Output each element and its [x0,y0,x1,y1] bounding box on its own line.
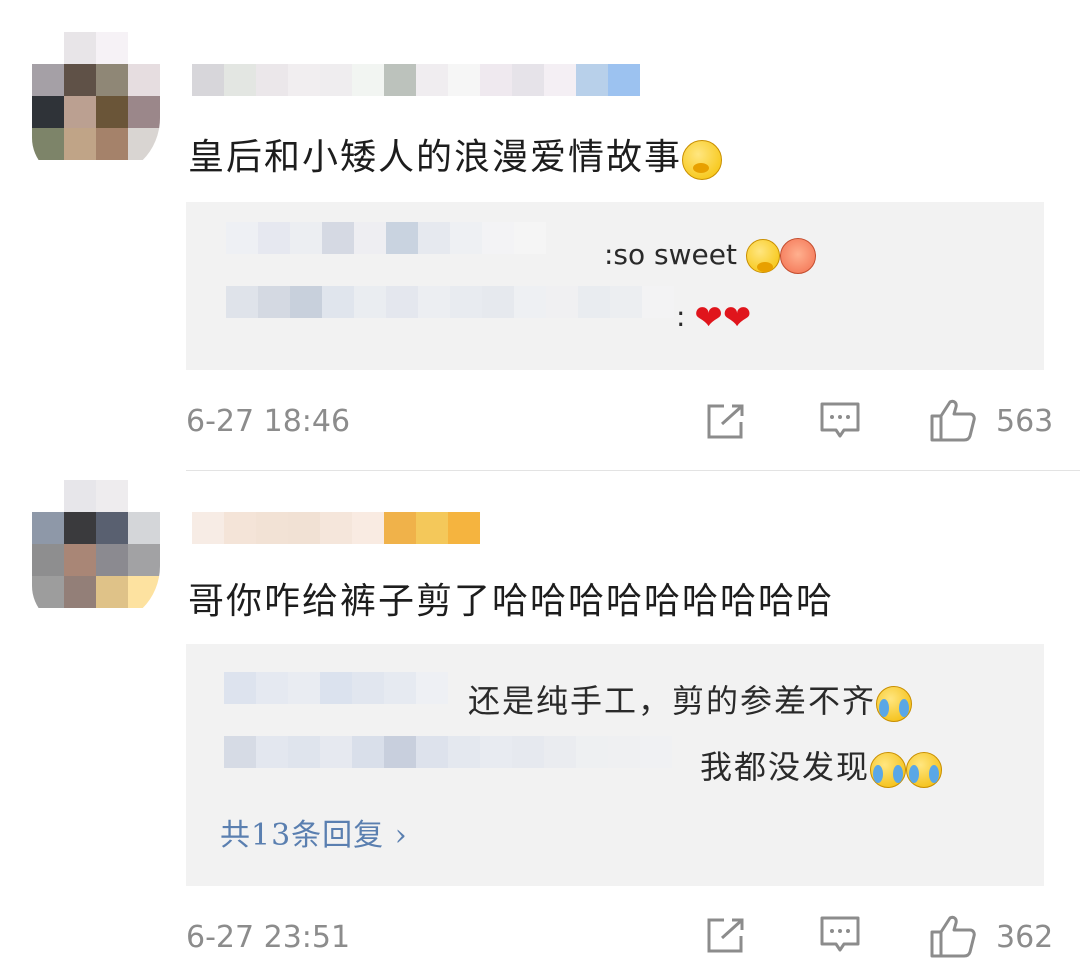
comment-text: 皇后和小矮人的浪漫爱情故事 [188,128,723,180]
comment-icon[interactable] [820,402,860,440]
avatar[interactable] [32,32,160,178]
pig-face-emoji [779,238,816,274]
heart-emoji: ❤ [722,298,752,338]
reply-line: 我都没发现 [700,742,943,788]
reply-line: :so sweet [604,238,816,274]
like-count: 563 [996,404,1054,439]
reply-username-blurred [226,222,546,254]
heart-emoji: ❤ [694,298,723,338]
comment-icon[interactable] [820,916,860,954]
reply-line: : ❤❤ [676,298,752,338]
laughing-tears-emoji [876,685,913,722]
reply-username-blurred [226,286,674,318]
share-icon[interactable] [706,918,746,954]
share-icon[interactable] [706,404,746,440]
replies-preview[interactable]: 还是纯手工，剪的参差不齐 我都没发现 共13条回复 › [186,644,1044,886]
shy-face-emoji [682,140,723,180]
thumbs-up-icon[interactable] [930,914,976,958]
comment-text: 哥你咋给裤子剪了哈哈哈哈哈哈哈哈哈 [188,581,835,622]
reply-username-blurred [224,672,448,704]
username-blurred[interactable] [192,512,480,544]
timestamp: 6-27 23:51 [186,920,351,955]
thumbs-up-icon[interactable] [930,398,976,442]
laughing-tears-emoji [870,751,907,788]
reply-username-blurred [224,736,672,768]
like-count: 362 [996,920,1054,955]
comment-divider [186,470,1080,471]
timestamp: 6-27 18:46 [186,404,351,439]
avatar[interactable] [32,480,160,626]
laughing-tears-emoji [906,751,943,788]
replies-preview[interactable]: :so sweet : ❤❤ [186,202,1044,370]
view-all-replies-link[interactable]: 共13条回复 › [220,810,408,854]
shy-face-emoji [745,239,780,273]
username-blurred[interactable] [192,64,640,96]
reply-line: 还是纯手工，剪的参差不齐 [468,676,913,722]
